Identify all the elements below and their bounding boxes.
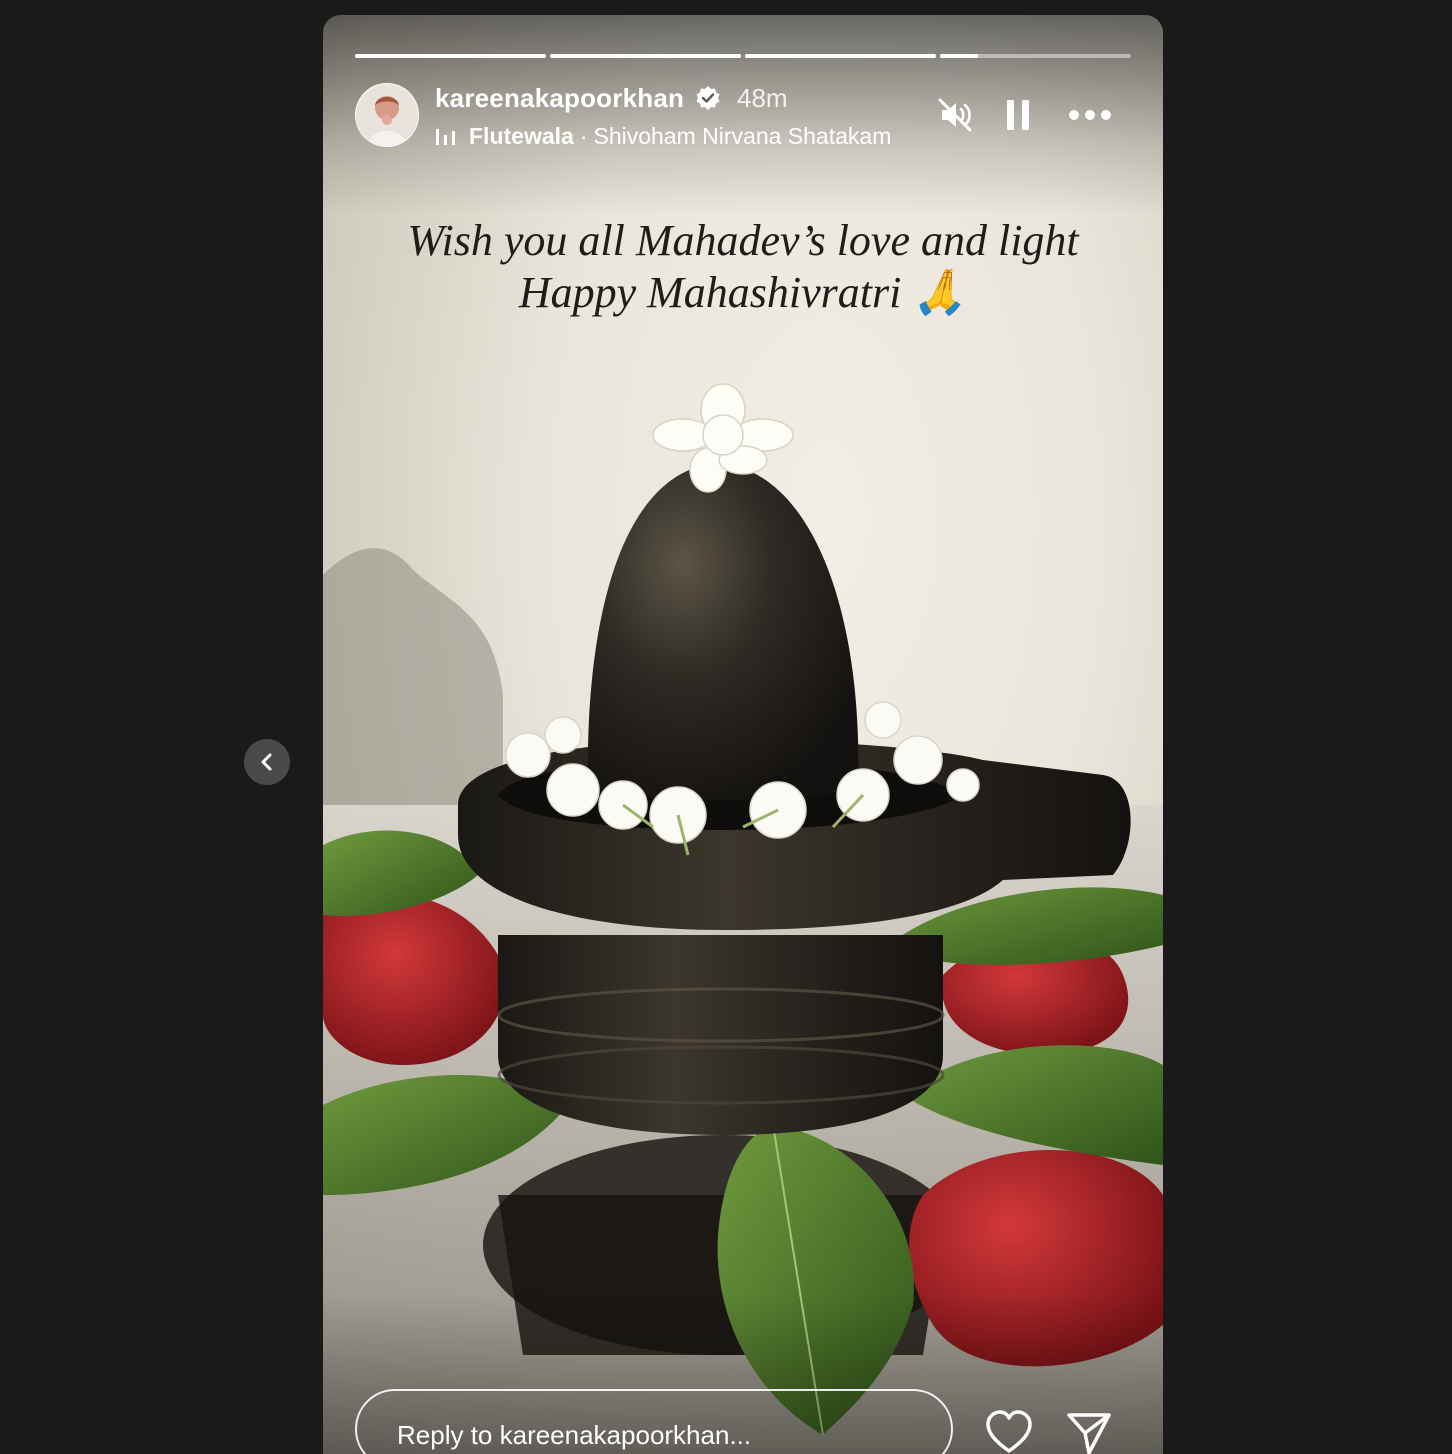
verified-badge-icon — [696, 86, 720, 110]
music-attribution[interactable]: Flutewala · Shivoham Nirvana Shatakam — [435, 123, 907, 149]
avatar-image — [356, 84, 418, 146]
send-icon[interactable] — [1065, 1409, 1113, 1454]
progress-segment — [940, 54, 1131, 58]
avatar[interactable] — [355, 83, 419, 147]
more-options-icon — [1069, 110, 1111, 120]
story-time-ago: 48m — [737, 83, 788, 113]
mute-button[interactable] — [933, 93, 977, 137]
music-track: Shivoham Nirvana Shatakam — [593, 123, 892, 149]
previous-story-button[interactable] — [244, 739, 290, 785]
progress-segment — [745, 54, 936, 58]
story-viewer: kareenakapoorkhan 48m Flutewala · Shivoh… — [323, 15, 1163, 1454]
music-bars-icon — [436, 129, 455, 145]
caption-line: Happy Mahashivratri 🙏 — [518, 268, 968, 317]
story-progress-bar — [355, 54, 1131, 58]
music-artist: Flutewala — [469, 123, 574, 149]
pause-icon — [1007, 100, 1029, 130]
caption-line: Wish you all Mahadev’s love and light — [407, 216, 1079, 265]
pause-button[interactable] — [996, 93, 1040, 137]
chevron-left-icon — [261, 753, 272, 771]
speaker-muted-icon — [938, 98, 972, 132]
heart-icon[interactable] — [985, 1409, 1033, 1454]
progress-segment — [550, 54, 741, 58]
story-username[interactable]: kareenakapoorkhan — [435, 83, 684, 114]
story-caption: Wish you all Mahadev’s love and light Ha… — [343, 215, 1143, 319]
music-separator: · — [579, 123, 588, 149]
progress-segment — [355, 54, 546, 58]
reply-input[interactable]: Reply to kareenakapoorkhan... — [355, 1389, 953, 1454]
more-options-button[interactable] — [1068, 93, 1112, 137]
